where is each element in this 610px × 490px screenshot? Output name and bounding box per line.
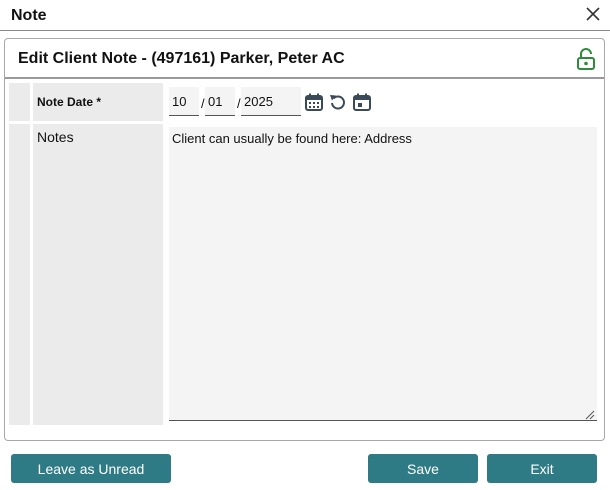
note-date-label-cell: Note Date * bbox=[33, 83, 163, 121]
resize-handle-icon[interactable] bbox=[585, 408, 595, 420]
dialog-titlebar: Note bbox=[0, 0, 610, 31]
dialog-title: Note bbox=[11, 7, 47, 24]
note-date-month-input[interactable]: 10 bbox=[169, 87, 199, 116]
exit-button[interactable]: Exit bbox=[487, 454, 597, 483]
leave-as-unread-button[interactable]: Leave as Unread bbox=[11, 454, 171, 483]
note-date-year-input[interactable]: 2025 bbox=[241, 87, 301, 116]
today-calendar-icon[interactable] bbox=[352, 92, 372, 112]
reset-icon[interactable] bbox=[328, 92, 348, 112]
save-button[interactable]: Save bbox=[368, 454, 478, 483]
row-gutter bbox=[9, 83, 30, 121]
close-icon[interactable] bbox=[584, 5, 602, 23]
note-date-day-input[interactable]: 01 bbox=[205, 87, 235, 116]
calendar-icon[interactable] bbox=[304, 92, 324, 112]
notes-text: Client can usually be found here: Addres… bbox=[172, 131, 412, 146]
note-date-label: Note Date * bbox=[37, 95, 102, 109]
notes-textarea[interactable]: Client can usually be found here: Addres… bbox=[169, 127, 597, 421]
notes-label: Notes bbox=[37, 129, 74, 145]
panel-header: Edit Client Note - (497161) Parker, Pete… bbox=[5, 39, 604, 79]
panel-heading: Edit Client Note - (497161) Parker, Pete… bbox=[18, 50, 345, 67]
notes-label-cell: Notes bbox=[33, 124, 163, 425]
unlock-icon[interactable] bbox=[576, 48, 596, 70]
row-gutter bbox=[9, 124, 30, 425]
